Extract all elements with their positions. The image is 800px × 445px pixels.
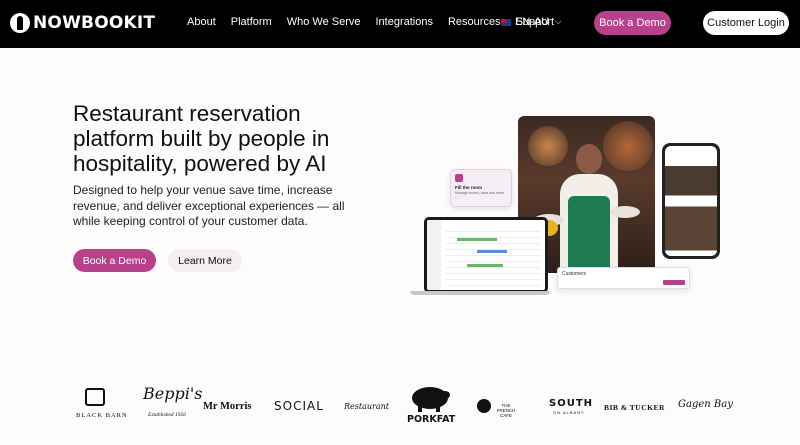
- laptop-mockup: [424, 217, 548, 293]
- locale-selector[interactable]: EN-AU ⌵: [501, 16, 561, 28]
- notification-card: Fill the room Manage covers, save and re…: [450, 169, 512, 207]
- learn-more-button[interactable]: Learn More: [168, 249, 242, 272]
- customers-panel: Customers: [557, 267, 690, 289]
- nav-book-demo-button[interactable]: Book a Demo: [594, 11, 671, 35]
- customer-login-button[interactable]: Customer Login: [703, 11, 789, 35]
- top-navbar: NOWBOOKIT About Platform Who We Serve In…: [0, 0, 800, 48]
- green-apron: [568, 196, 610, 273]
- waitress-head: [576, 144, 602, 174]
- locale-label: EN-AU: [515, 16, 550, 28]
- phone-mockup: [662, 143, 720, 259]
- logo-mr-morris: Mr Morris: [203, 401, 252, 412]
- logo-bib-tucker: BIB & TUCKER: [604, 403, 665, 412]
- laptop-base: [410, 291, 550, 295]
- panel-action-button: [663, 280, 685, 285]
- phone-screen: [665, 146, 717, 256]
- plate: [610, 206, 640, 218]
- nav-link-about[interactable]: About: [187, 16, 216, 28]
- hero-collage: Fill the room Manage covers, save and re…: [410, 115, 720, 305]
- logo-south-sub: ON ALBANY: [553, 410, 585, 415]
- logo-beppis-established: Established 1956: [148, 412, 187, 418]
- notification-text: Manage covers, save and reset ...: [455, 191, 504, 199]
- logo-gagen-bay: Gagen Bay: [678, 399, 733, 410]
- nav-link-who-we-serve[interactable]: Who We Serve: [287, 16, 361, 28]
- black-barn-mark-icon: [85, 388, 105, 406]
- booking-grid: [445, 226, 541, 286]
- logo-beppis: Beppi's: [143, 384, 203, 403]
- customers-panel-title: Customers: [562, 271, 587, 277]
- logo-black-barn: BLACK BARN: [76, 412, 128, 419]
- hero-book-demo-button[interactable]: Book a Demo: [73, 249, 156, 272]
- australia-flag-icon: [501, 18, 511, 26]
- nav-link-resources[interactable]: Resources: [448, 16, 501, 28]
- chevron-down-icon: ⌵: [555, 17, 562, 26]
- logo-south: SOUTH: [549, 398, 594, 409]
- pig-icon: [412, 387, 450, 412]
- logo-text: NOWBOOKIT: [33, 13, 156, 33]
- nowbookit-logo[interactable]: NOWBOOKIT: [10, 12, 155, 34]
- logo-french-cafe: THE FRENCH CAFE: [496, 403, 516, 418]
- logo-restaurant: Restaurant: [344, 402, 389, 411]
- app-sidebar: [427, 220, 441, 290]
- booking-bar: [457, 238, 497, 241]
- laptop-screen: [427, 220, 545, 290]
- notification-title: Fill the room: [455, 185, 482, 190]
- light-glow: [528, 126, 568, 166]
- logo-icon: [10, 13, 30, 33]
- hero-title: Restaurant reservation platform built by…: [73, 101, 330, 176]
- coffee-bean-icon: [477, 399, 491, 413]
- booking-bar: [477, 250, 507, 253]
- logo-porkfat: PORKFAT: [407, 414, 456, 425]
- nav-link-platform[interactable]: Platform: [231, 16, 272, 28]
- booking-bar: [467, 264, 503, 267]
- hero-subtitle: Designed to help your venue save time, i…: [73, 183, 345, 228]
- logo-social: SOCIAL: [274, 399, 324, 413]
- nav-link-integrations[interactable]: Integrations: [376, 16, 433, 28]
- light-glow: [603, 121, 653, 171]
- calendar-icon: [455, 174, 463, 182]
